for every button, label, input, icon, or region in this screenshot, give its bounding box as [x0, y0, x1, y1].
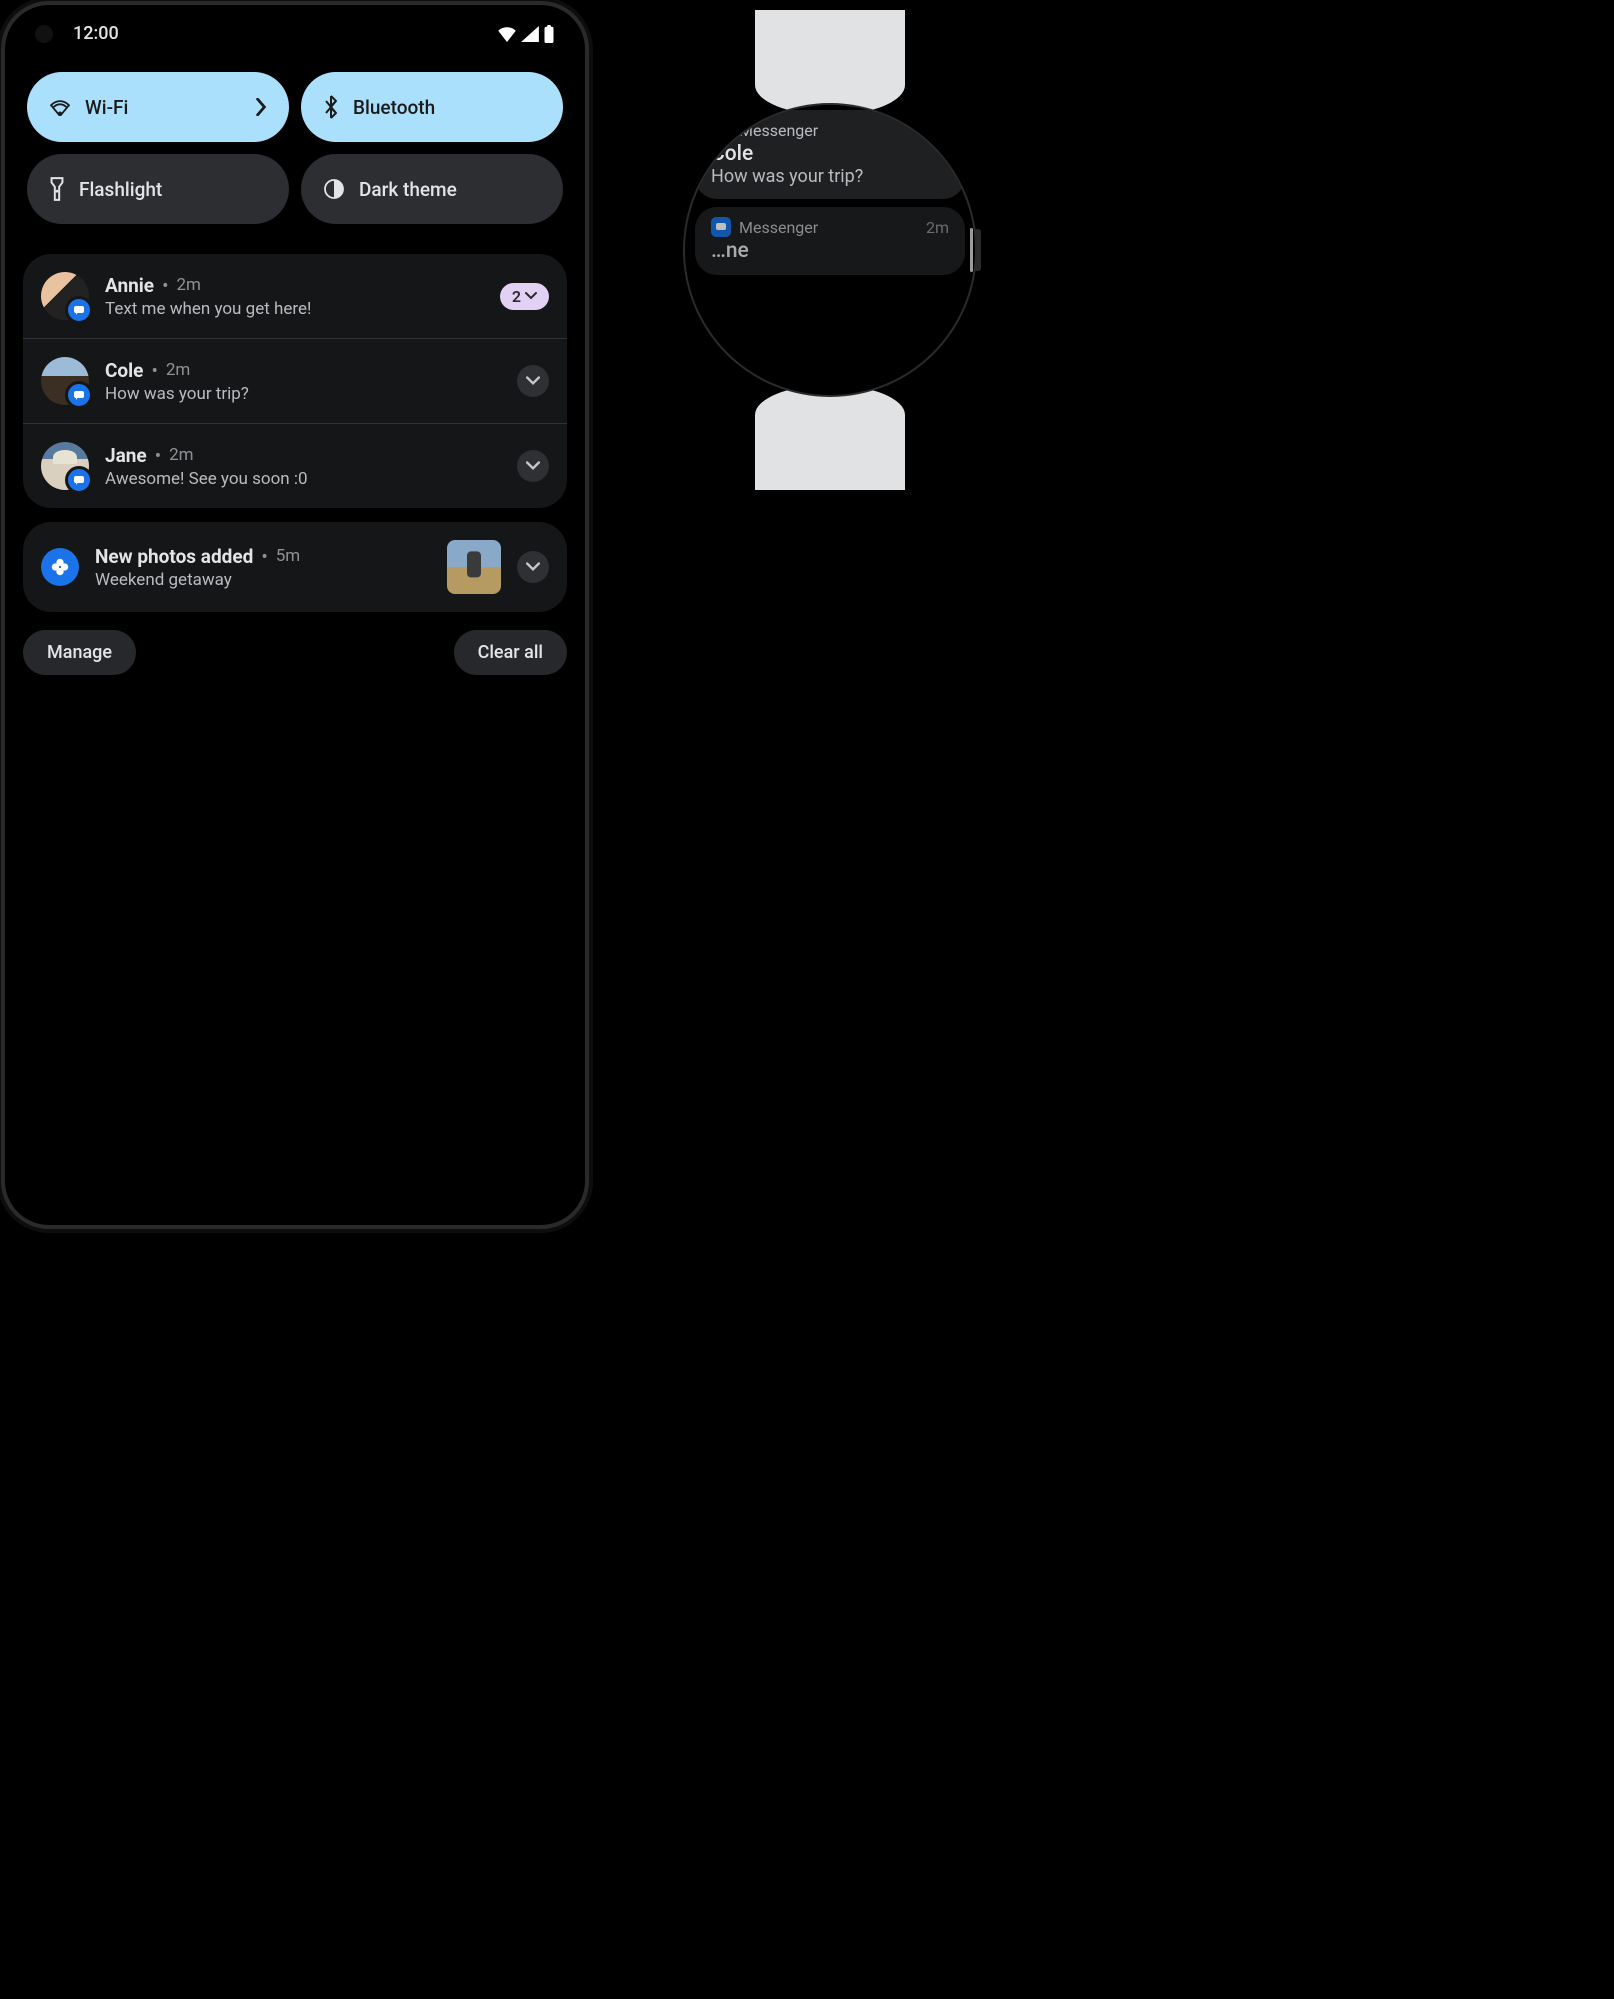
qs-tile-label: Flashlight [79, 178, 162, 201]
notification-title: New photos added [95, 545, 253, 568]
avatar [41, 272, 89, 320]
chevron-down-icon [526, 562, 540, 572]
notification-sender: Cole [105, 359, 143, 382]
watch-card-app: Messenger [739, 121, 818, 140]
conversation-group: Annie • 2m Text me when you get here! 2 [23, 254, 567, 508]
expand-button[interactable] [517, 450, 549, 482]
signal-status-icon [521, 26, 539, 42]
shade-actions: Manage Clear all [5, 612, 585, 675]
notification-thumbnail [447, 540, 501, 594]
battery-status-icon [543, 25, 555, 43]
notification-count: 2 [512, 287, 521, 306]
watch-frame: …xt me when you get here! Messenger 2m C… [640, 10, 1020, 490]
notification-time: 2m [166, 360, 190, 380]
qs-tile-wifi[interactable]: Wi-Fi [27, 72, 289, 142]
watch-card-sender: …ne [711, 239, 949, 263]
messenger-app-icon [711, 217, 731, 237]
watch-card-peek-bottom[interactable]: Messenger 2m …ne [695, 207, 965, 275]
messenger-app-badge-icon [65, 466, 93, 494]
other-notification-group: New photos added • 5m Weekend getaway [23, 522, 567, 612]
notification-message: Weekend getaway [95, 570, 431, 590]
qs-tile-label: Wi-Fi [85, 96, 128, 119]
notification-time: 5m [276, 546, 300, 566]
notification-sender: Annie [105, 274, 154, 297]
separator-dot: • [261, 545, 267, 568]
qs-tile-bluetooth[interactable]: Bluetooth [301, 72, 563, 142]
qs-tile-label: Bluetooth [353, 96, 435, 119]
expand-button[interactable] [517, 365, 549, 397]
qs-tile-dark-theme[interactable]: Dark theme [301, 154, 563, 224]
wifi-icon [49, 98, 71, 116]
watch-card-cole[interactable]: Messenger 2m Cole How was your trip? [695, 110, 965, 199]
status-icons [497, 25, 555, 43]
watch-notification-list[interactable]: …xt me when you get here! Messenger 2m C… [685, 105, 975, 395]
phone-frame: 12:00 Wi-Fi [5, 5, 585, 1225]
bluetooth-icon [323, 95, 339, 119]
chevron-right-icon [255, 98, 267, 116]
photos-app-icon [41, 548, 79, 586]
messenger-app-badge-icon [65, 296, 93, 324]
watch-card-message: How was your trip? [711, 166, 949, 187]
notification-time: 2m [176, 275, 200, 295]
notification-sender: Jane [105, 444, 147, 467]
watch-card-sender: Cole [711, 142, 949, 166]
watch-band-bottom [755, 385, 905, 490]
notification-message: Text me when you get here! [105, 299, 484, 319]
chevron-down-icon [526, 376, 540, 386]
front-camera-cutout [35, 25, 53, 43]
wifi-status-icon [497, 26, 517, 42]
separator-dot: • [162, 274, 168, 297]
watch-band-top [755, 10, 905, 115]
clock: 12:00 [73, 23, 119, 44]
notification-time: 2m [169, 445, 193, 465]
manage-button[interactable]: Manage [23, 630, 136, 675]
flashlight-icon [49, 177, 65, 201]
notification-message: Awesome! See you soon :0 [105, 469, 501, 489]
watch-face: …xt me when you get here! Messenger 2m C… [685, 105, 975, 395]
qs-tile-label: Dark theme [359, 178, 457, 201]
chevron-down-icon [526, 461, 540, 471]
separator-dot: • [155, 444, 161, 467]
watch-card-time: 2m [926, 218, 949, 237]
notification-photos[interactable]: New photos added • 5m Weekend getaway [23, 522, 567, 612]
quick-settings: Wi-Fi Bluetooth Flashlight Dark theme [5, 52, 585, 236]
avatar [41, 442, 89, 490]
avatar [41, 357, 89, 405]
notification-annie[interactable]: Annie • 2m Text me when you get here! 2 [23, 254, 567, 339]
qs-tile-flashlight[interactable]: Flashlight [27, 154, 289, 224]
notification-count-chip[interactable]: 2 [500, 283, 549, 310]
separator-dot: • [151, 359, 157, 382]
status-bar: 12:00 [5, 5, 585, 52]
chevron-down-icon [525, 291, 537, 301]
messenger-app-icon [711, 120, 731, 140]
dark-theme-icon [323, 178, 345, 200]
notification-cole[interactable]: Cole • 2m How was your trip? [23, 339, 567, 424]
notification-message: How was your trip? [105, 384, 501, 404]
watch-card-app: Messenger [739, 218, 818, 237]
messenger-app-badge-icon [65, 381, 93, 409]
watch-card-time: 2m [926, 121, 949, 140]
clear-all-button[interactable]: Clear all [454, 630, 567, 675]
notification-jane[interactable]: Jane • 2m Awesome! See you soon :0 [23, 424, 567, 508]
expand-button[interactable] [517, 551, 549, 583]
